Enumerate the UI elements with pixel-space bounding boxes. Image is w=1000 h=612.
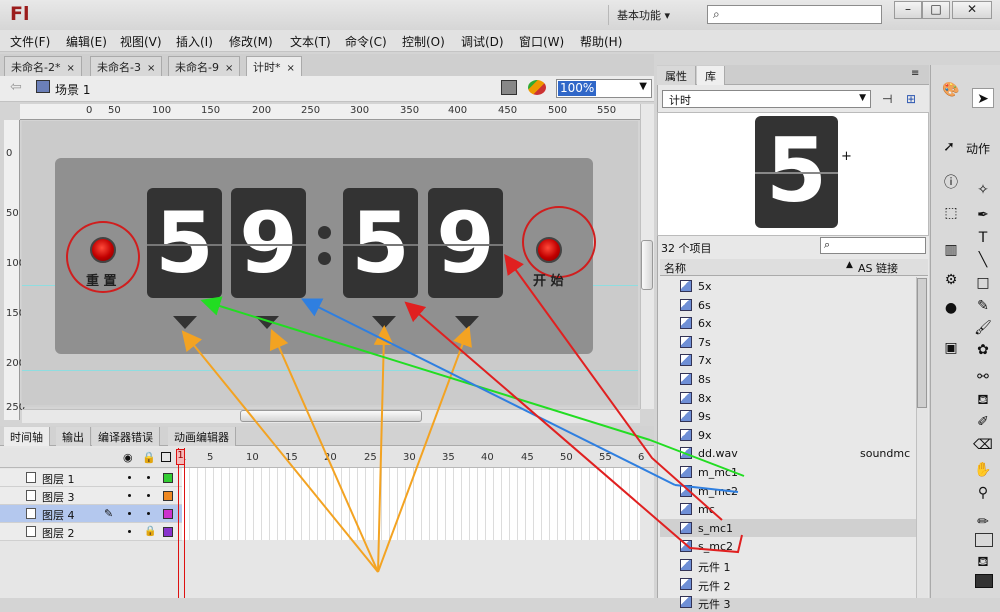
library-item-name: 元件 3 [698, 598, 731, 612]
annotation-arrows [181, 253, 745, 573]
blue-arrow [301, 298, 676, 486]
orange-arrow [373, 325, 394, 573]
green-underline [649, 439, 745, 477]
red-arrow [504, 253, 723, 521]
orange-arrow [181, 330, 379, 573]
orange-arrow [377, 325, 472, 573]
orange-arrow [269, 328, 379, 573]
